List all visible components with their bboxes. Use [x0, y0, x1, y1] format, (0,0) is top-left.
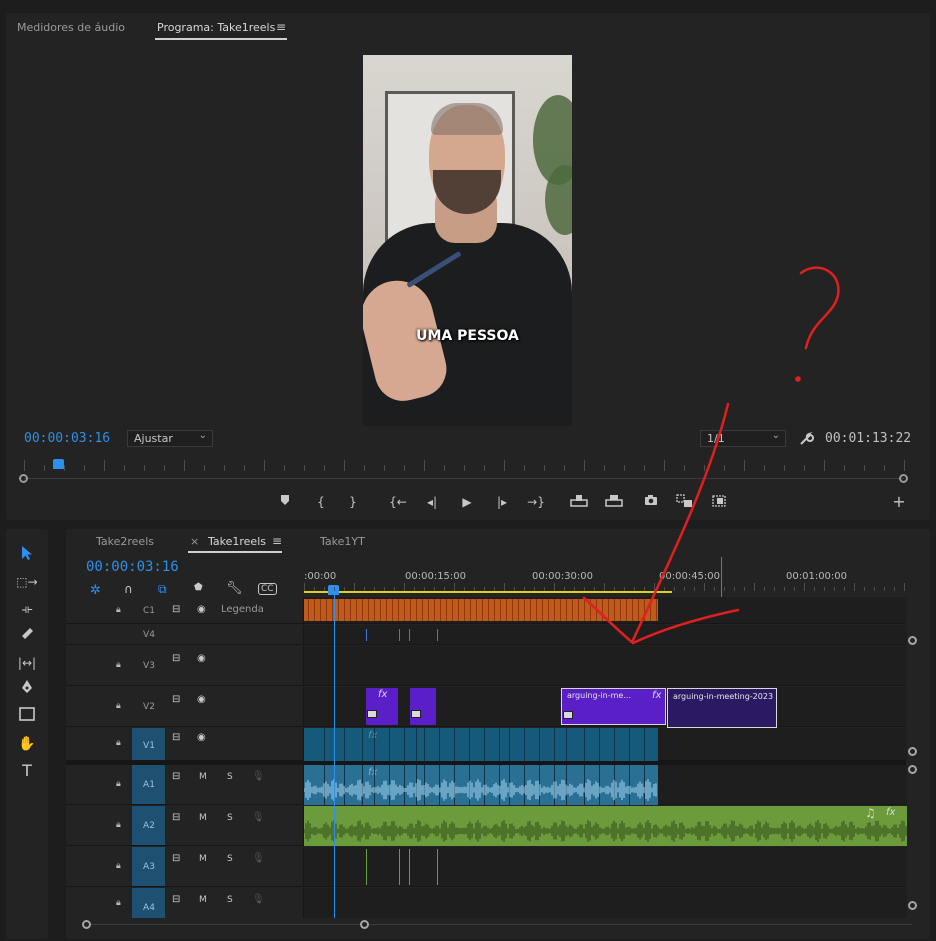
- annotation-question-curve: [799, 266, 840, 350]
- annotation-arrow: [582, 402, 740, 645]
- red-annotation-overlay: [582, 266, 840, 645]
- annotation-question-dot: [795, 376, 801, 382]
